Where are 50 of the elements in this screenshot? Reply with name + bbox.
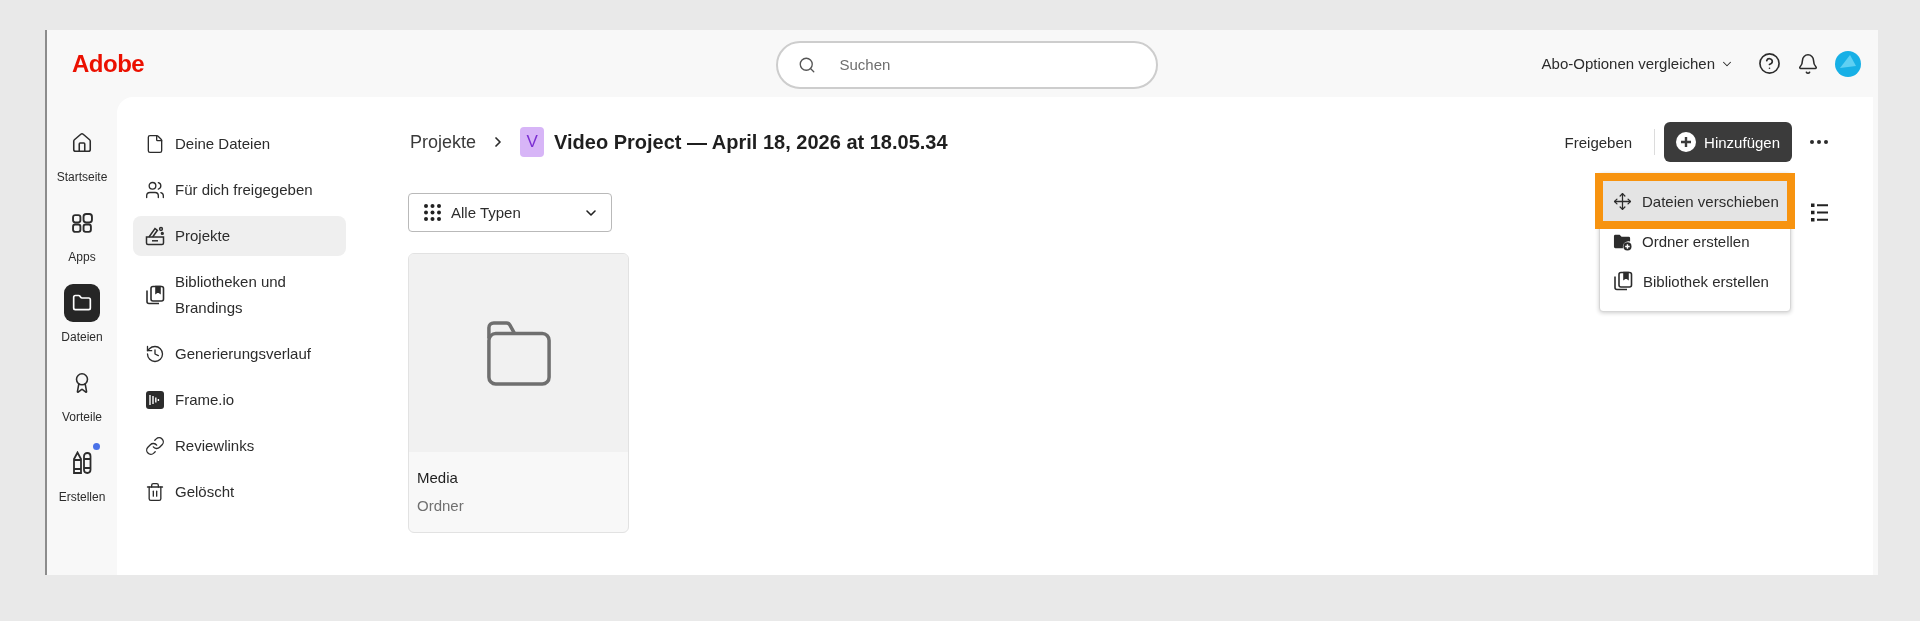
list-view-icon[interactable] <box>1811 203 1828 222</box>
file-type: Ordner <box>417 496 465 516</box>
project-badge: V <box>520 127 545 157</box>
home-icon <box>71 132 93 154</box>
bell-icon[interactable] <box>1797 52 1819 75</box>
sidebar-item[interactable]: Generierungsverlauf <box>133 334 346 374</box>
plus-circle-icon <box>1676 132 1697 152</box>
breadcrumb-link[interactable]: Projekte <box>410 131 477 153</box>
folder-card[interactable]: Media Ordner <box>408 253 629 533</box>
search-field[interactable]: Suchen <box>775 40 1158 89</box>
rail-item[interactable]: Erstellen <box>49 445 115 505</box>
folder-icon <box>485 319 552 387</box>
folder-icon <box>64 284 100 322</box>
grid-squares-icon <box>71 212 93 234</box>
trash-icon <box>145 482 165 502</box>
rail-item[interactable]: Dateien <box>49 285 115 345</box>
menu-item[interactable]: Ordner erstellen <box>1603 221 1787 261</box>
page-title: Video Project — April 18, 2026 at 18.05.34 <box>554 130 948 154</box>
waveform-tile-icon <box>145 390 165 410</box>
menu-item[interactable]: Bibliothek erstellen <box>1603 261 1787 301</box>
sidebar-item[interactable]: Für dich freigegeben <box>133 170 346 210</box>
stacked-pages-icon <box>1613 271 1633 291</box>
link-icon <box>145 436 165 456</box>
add-button[interactable]: Hinzufügen <box>1664 122 1792 162</box>
sidebar-item[interactable]: Reviewlinks <box>133 426 346 466</box>
rail-item[interactable]: Apps <box>49 205 115 265</box>
sidebar-item[interactable]: Frame.io <box>133 380 346 420</box>
type-filter-dropdown[interactable]: Alle Typen <box>408 193 612 232</box>
more-icon[interactable] <box>1810 140 1828 144</box>
sidebar-item[interactable]: Gelöscht <box>133 472 346 512</box>
plans-menu-button[interactable]: Abo-Optionen vergleichen <box>1541 55 1734 72</box>
move-icon <box>1613 191 1632 211</box>
rail-item[interactable]: Startseite <box>49 125 115 185</box>
search-icon <box>797 55 816 74</box>
sidebar-item[interactable]: Bibliotheken und Brandings <box>133 262 346 328</box>
sidebar-item[interactable]: Deine Dateien <box>133 124 346 164</box>
file-icon <box>145 134 165 154</box>
history-icon <box>145 344 165 364</box>
dots-grid-icon <box>424 204 441 221</box>
share-button[interactable]: Freigeben <box>1564 133 1633 151</box>
rail-item[interactable]: Vorteile <box>49 365 115 425</box>
sidebar-item[interactable]: Projekte <box>133 216 346 256</box>
file-name: Media <box>417 468 459 488</box>
help-icon[interactable] <box>1758 52 1781 75</box>
pencil-tray-icon <box>145 226 165 246</box>
menu-item[interactable]: Dateien verschieben <box>1603 181 1787 221</box>
pens-icon <box>72 451 92 475</box>
people-icon <box>145 180 165 200</box>
stacked-pages-icon <box>145 285 165 305</box>
logo[interactable]: Adobe <box>72 49 145 78</box>
